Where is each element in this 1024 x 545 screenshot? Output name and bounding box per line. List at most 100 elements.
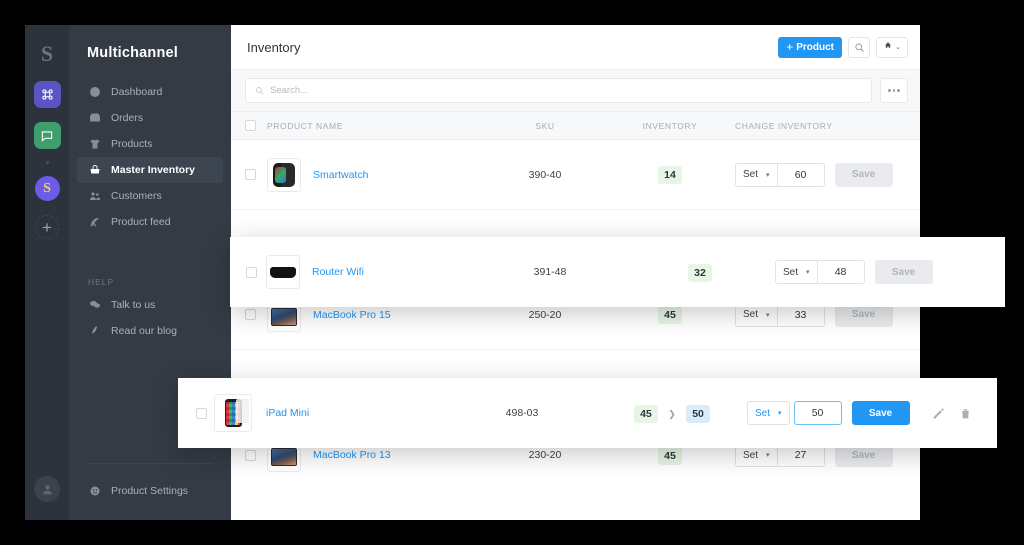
sidebar-item-label: Dashboard [111,86,163,98]
apps-menu-button[interactable]: ⌄ [876,36,908,58]
chevron-down-icon: ⌄ [895,44,901,51]
brand-logo-icon: S [40,41,54,66]
row-checkbox[interactable] [246,266,257,278]
row-checkbox[interactable] [196,407,207,419]
row-checkbox[interactable] [245,449,256,461]
sidebar-footer: Product Settings [69,443,231,504]
dashboard-icon [88,86,101,99]
search-input[interactable] [270,85,862,96]
product-link[interactable]: MacBook Pro 13 [313,449,391,461]
sidebar-item-master-inventory[interactable]: Master Inventory [77,157,223,183]
table-header-row: PRODUCT NAME SKU INVENTORY CHANGE INVENT… [231,112,920,140]
search-field-wrapper[interactable] [245,78,872,103]
product-link[interactable]: Router Wifi [312,266,364,278]
sidebar-item-customers[interactable]: Customers [77,183,223,209]
inventory-badge: 32 [688,263,712,282]
sidebar-item-dashboard[interactable]: Dashboard [77,79,223,105]
screen: S S + Multichannel Dashboard Orders Prod… [0,0,1024,545]
select-all-checkbox[interactable] [245,120,256,131]
workspace-avatar[interactable]: S [34,176,60,201]
sidebar-item-products[interactable]: Products [77,131,223,157]
pencil-icon[interactable] [932,407,945,420]
sidebar-item-product-settings[interactable]: Product Settings [77,478,223,504]
sku-cell: 250-20 [528,308,562,321]
chevron-down-icon: ▾ [778,410,782,417]
inventory-quantity-input[interactable] [793,401,842,425]
sidebar-item-label: Customers [111,190,162,202]
sidebar-item-label: Read our blog [111,325,177,337]
inventory-mode-value: Set [743,449,759,461]
add-workspace-button[interactable]: + [35,215,59,239]
inventory-mode-value: Set [755,407,771,419]
row-select-cell [231,169,267,180]
customers-icon [88,190,101,203]
row-checkbox[interactable] [245,169,256,180]
column-inventory: INVENTORY [642,120,698,131]
change-inventory-cell: Set ▾ Save [747,401,997,425]
inventory-mode-select[interactable]: Set ▾ [775,260,817,284]
plus-icon: + [786,40,794,54]
dot [892,89,896,92]
search-icon [256,87,264,95]
sidebar-item-orders[interactable]: Orders [77,105,223,131]
table-row[interactable]: Smartwatch 390-40 14 Set ▾ Save [231,140,920,210]
inventory-cell: 45 [605,446,735,465]
inventory-badge-old: 45 [634,404,658,423]
save-button[interactable]: Save [874,260,933,284]
product-link[interactable]: MacBook Pro 15 [313,309,391,321]
chat-bubble-icon [88,299,101,312]
product-link[interactable]: Smartwatch [313,169,368,181]
add-product-label: Product [796,41,834,53]
puzzle-icon [885,42,891,48]
sidebar-item-talk-to-us[interactable]: Talk to us [77,292,223,318]
trash-icon[interactable] [959,407,972,420]
feed-icon [88,216,101,229]
row-checkbox[interactable] [245,309,256,320]
inventory-badge-new: 50 [686,404,710,423]
chat-app-icon[interactable] [33,122,61,149]
dot [897,89,900,92]
sidebar-divider [87,463,213,464]
smartwatch-thumb-icon [268,158,300,191]
header-actions: + Product ⌄ [778,36,908,58]
add-product-button[interactable]: + Product [778,36,842,58]
inventory-cell: 14 [605,165,735,184]
sidebar-item-read-our-blog[interactable]: Read our blog [77,318,223,344]
inventory-mode-select[interactable]: Set ▾ [735,162,777,187]
inventory-cell: 45 ❯ 50 [597,404,747,423]
sku-cell: 391-48 [533,266,567,278]
save-button[interactable]: Save [851,401,910,425]
workspace-title: Multichannel [87,45,179,61]
router-thumb-icon [267,256,299,288]
sidebar-item-label: Master Inventory [111,164,196,176]
row-select-cell [178,407,214,419]
inventory-quantity-input[interactable] [816,260,865,284]
more-options-button[interactable] [880,78,908,103]
hub-app-icon[interactable] [33,81,61,108]
inventory-mode-value: Set [743,309,759,320]
product-thumbnail [214,394,252,432]
inventory-badge: 45 [658,446,682,465]
table-row-elevated[interactable]: Router Wifi 391-48 32 Set ▾ Save [230,237,1005,307]
search-toggle-button[interactable] [848,36,870,58]
change-inventory-cell: Set ▾ Save [735,162,920,187]
product-name-cell: iPad Mini [214,394,447,432]
pen-icon [88,325,101,338]
user-avatar-icon[interactable] [34,476,60,502]
inventory-mode-value: Set [743,169,759,180]
row-select-cell [230,266,266,278]
save-button[interactable]: Save [834,162,893,187]
page-header: Inventory + Product ⌄ [231,25,920,70]
product-name-cell: Smartwatch [267,157,485,192]
chevron-down-icon: ▾ [766,311,770,319]
inventory-quantity-input[interactable] [776,162,825,187]
product-thumbnail [267,157,301,192]
inventory-badge: 45 [658,306,682,324]
inventory-control-group: Set ▾ Save [735,162,920,187]
search-icon [854,42,864,52]
table-row-elevated-active[interactable]: iPad Mini 498-03 45 ❯ 50 Set ▾ Save [178,378,997,448]
row-select-cell [231,449,267,461]
inventory-mode-select[interactable]: Set ▾ [747,401,790,425]
product-link[interactable]: iPad Mini [266,407,309,419]
sidebar-item-product-feed[interactable]: Product feed [77,209,223,235]
